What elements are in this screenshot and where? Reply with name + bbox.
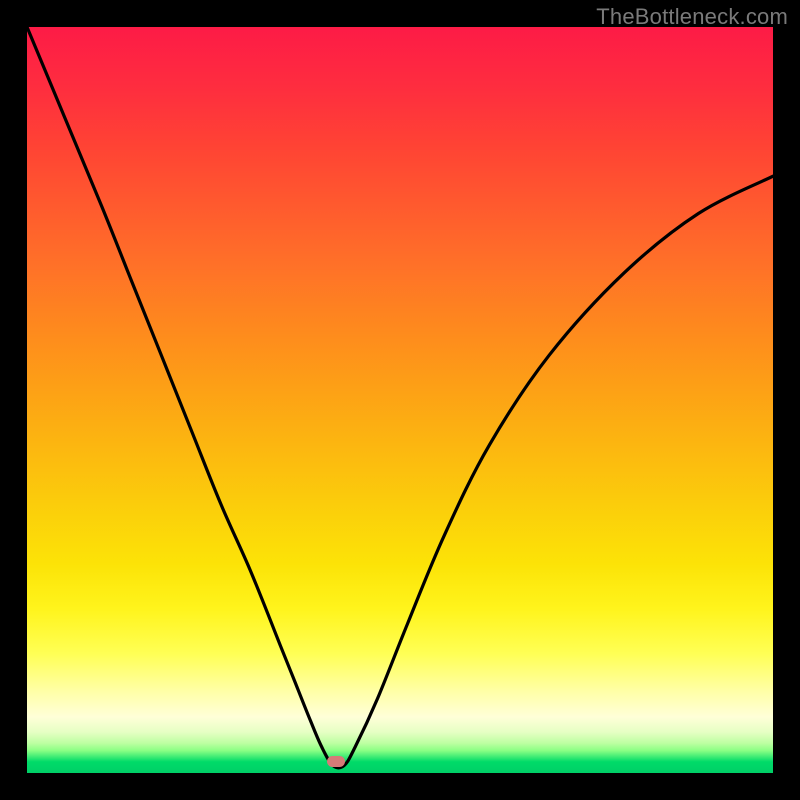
plot-area (27, 27, 773, 773)
chart-frame: TheBottleneck.com (0, 0, 800, 800)
optimal-point-marker (327, 756, 345, 767)
attribution-label: TheBottleneck.com (596, 4, 788, 30)
bottleneck-curve (27, 27, 773, 773)
